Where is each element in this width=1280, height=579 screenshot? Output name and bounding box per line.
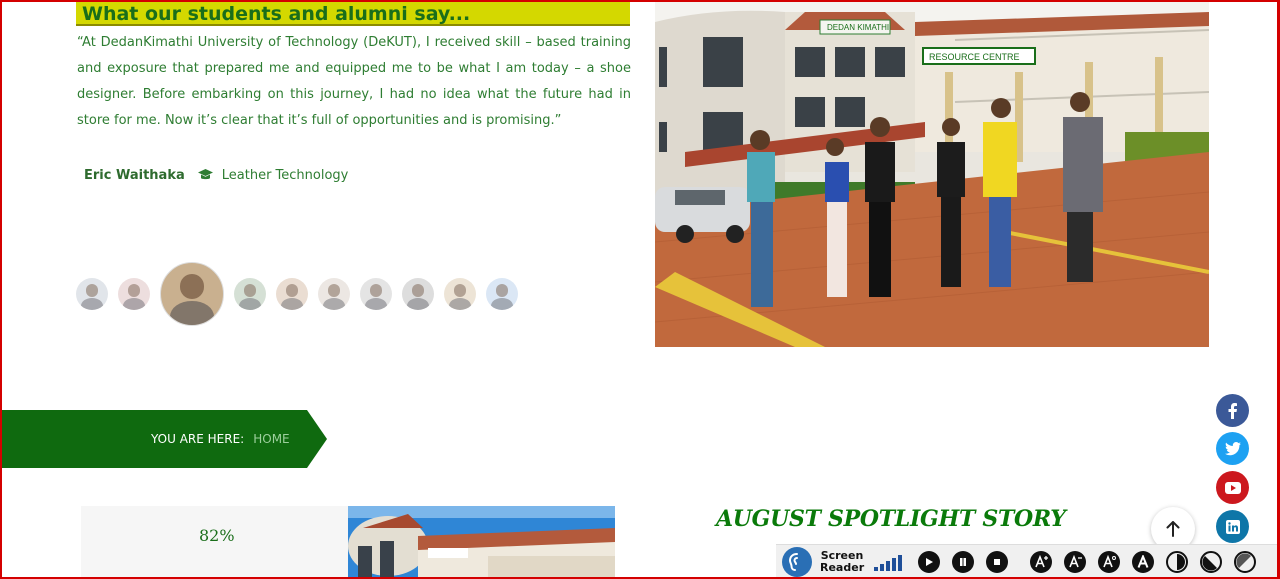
author-course: Leather Technology — [221, 167, 349, 183]
stop-icon — [994, 559, 1000, 565]
spotlight-story-title: AUGUST SPOTLIGHT STORY — [716, 506, 1066, 532]
progress-card: 82% — [81, 506, 348, 579]
building-sign: DEDAN KIMATHI — [827, 23, 889, 32]
graduation-cap-icon — [197, 168, 214, 182]
avatar[interactable] — [318, 278, 350, 310]
avatar[interactable] — [402, 278, 434, 310]
youtube-button[interactable] — [1216, 471, 1249, 504]
breadcrumb: YOU ARE HERE: HOME — [2, 410, 327, 468]
invert-colors-icon — [1202, 556, 1217, 571]
volume-level-icon[interactable] — [874, 553, 904, 571]
avatar[interactable] — [276, 278, 308, 310]
decrease-font-button[interactable] — [1064, 551, 1086, 573]
readable-font-button[interactable] — [1132, 551, 1154, 573]
resource-centre-sign: RESOURCE CENTRE — [929, 52, 1020, 62]
arrow-up-icon — [1166, 521, 1180, 537]
linkedin-button[interactable] — [1216, 510, 1249, 543]
testimonial-heading: What our students and alumni say... — [76, 2, 630, 26]
screen-reader-label-line-2: Reader — [820, 561, 865, 574]
testimonial-avatar-carousel — [76, 262, 528, 326]
pause-icon — [960, 558, 966, 566]
font-decrease-icon — [1069, 555, 1082, 568]
avatar[interactable] — [234, 278, 266, 310]
facebook-button[interactable] — [1216, 394, 1249, 427]
increase-font-button[interactable] — [1030, 551, 1052, 573]
screen-reader-label[interactable]: Screen Reader — [820, 550, 864, 574]
linkedin-icon — [1225, 519, 1240, 534]
accessibility-toolbar: Screen Reader — [776, 544, 1278, 579]
font-icon — [1137, 555, 1149, 568]
facebook-icon — [1228, 402, 1237, 419]
avatar[interactable] — [486, 278, 518, 310]
contrast-button[interactable] — [1166, 551, 1188, 573]
breadcrumb-label: YOU ARE HERE: — [151, 432, 245, 446]
avatar[interactable] — [118, 278, 150, 310]
grayscale-icon — [1236, 553, 1251, 568]
play-icon — [926, 558, 933, 566]
grayscale-button[interactable] — [1234, 551, 1256, 573]
testimonial-author: Eric Waithaka Leather Technology — [84, 165, 348, 185]
author-name: Eric Waithaka — [84, 167, 185, 183]
stop-button[interactable] — [986, 551, 1008, 573]
avatar[interactable] — [360, 278, 392, 310]
avatar-active[interactable] — [160, 262, 224, 326]
font-increase-icon — [1035, 555, 1048, 568]
avatar[interactable] — [76, 278, 108, 310]
reset-font-button[interactable] — [1098, 551, 1120, 573]
twitter-icon — [1224, 441, 1241, 455]
testimonial-quote: “At DedanKimathi University of Technolog… — [77, 35, 631, 128]
screen-reader-icon[interactable] — [782, 547, 812, 577]
twitter-button[interactable] — [1216, 432, 1249, 465]
story-photo — [348, 506, 615, 579]
contrast-icon — [1177, 554, 1185, 570]
campus-students-photo: DEDAN KIMATHI RESOURCE CENTRE — [655, 2, 1209, 347]
progress-percent: 82% — [199, 526, 235, 545]
invert-colors-button[interactable] — [1200, 551, 1222, 573]
breadcrumb-home-link[interactable]: HOME — [253, 432, 289, 446]
font-reset-icon — [1103, 555, 1116, 568]
youtube-icon — [1224, 481, 1241, 494]
pause-button[interactable] — [952, 551, 974, 573]
play-button[interactable] — [918, 551, 940, 573]
avatar[interactable] — [444, 278, 476, 310]
